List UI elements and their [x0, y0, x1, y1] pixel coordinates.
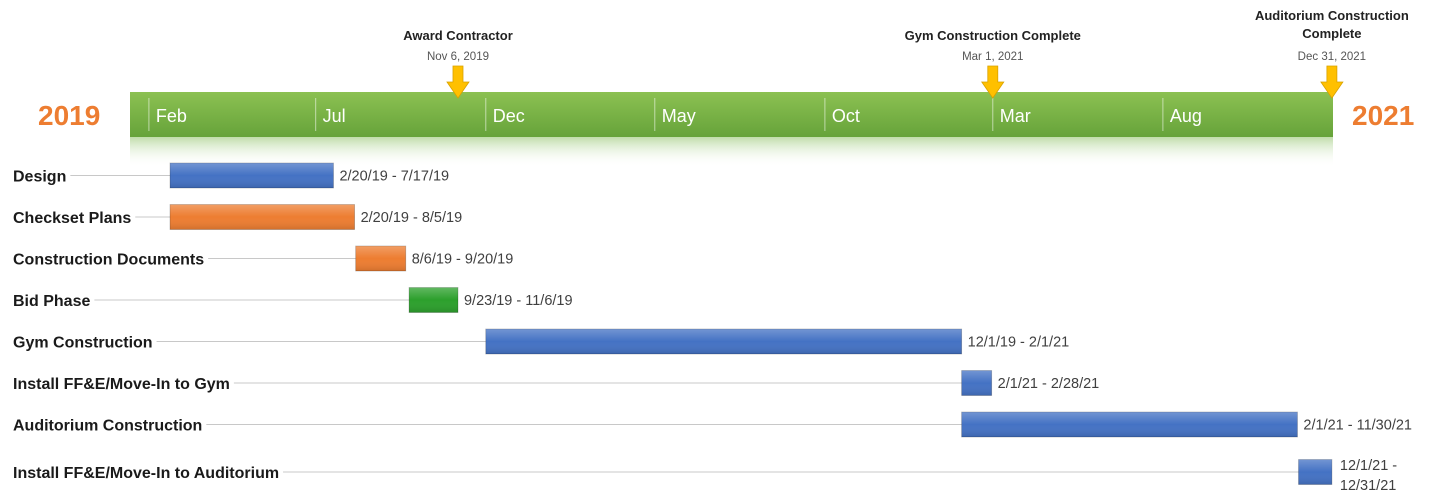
task-label: Checkset Plans	[13, 210, 131, 227]
milestone: Gym Construction Complete Mar 1, 2021	[905, 28, 1081, 99]
task-row: Bid Phase 9/23/19 - 11/6/19	[13, 287, 573, 313]
task-row: Checkset Plans 2/20/19 - 8/5/19	[13, 204, 463, 230]
task-row: Install FF&E/Move-In to Gym 2/1/21 - 2/28…	[13, 370, 1100, 396]
month-label: Feb	[156, 106, 187, 126]
task-range: 8/6/19 - 9/20/19	[412, 252, 514, 268]
start-year-label: 2019	[38, 100, 100, 131]
task-label: Bid Phase	[13, 293, 90, 310]
month-label: Mar	[1000, 106, 1031, 126]
month-label: May	[662, 106, 696, 126]
task-range: 12/1/21 -12/31/21	[1340, 458, 1397, 493]
task-label: Construction Documents	[13, 252, 204, 269]
timeline-band	[130, 92, 1333, 137]
task-row: Install FF&E/Move-In to Auditorium 12/1/2…	[13, 458, 1397, 493]
milestone-title: Gym Construction Complete	[905, 28, 1081, 43]
milestone-date: Nov 6, 2019	[427, 51, 489, 63]
timeline-band-shadow	[130, 137, 1333, 167]
task-bar-shine	[170, 204, 355, 230]
task-label: Design	[13, 169, 66, 186]
milestone: Auditorium Construction Complete Dec 31, 2…	[1255, 8, 1409, 99]
timeline-chart: 2019 2021 Feb Jul Dec May Oct Mar Aug Award Co…	[13, 8, 1414, 493]
task-range: 12/1/19 - 2/1/21	[968, 335, 1070, 351]
task-label: Auditorium Construction	[13, 418, 202, 435]
milestone-title: Auditorium Construction Complete	[1255, 8, 1409, 41]
month-label: Aug	[1170, 106, 1202, 126]
task-label: Gym Construction	[13, 335, 153, 352]
task-bar-shine	[485, 329, 962, 354]
task-row: Construction Documents 8/6/19 - 9/20/19	[13, 245, 514, 272]
month-label: Oct	[832, 106, 860, 126]
milestone-title: Award Contractor	[403, 28, 513, 43]
month-label: Dec	[493, 106, 525, 126]
task-label: Install FF&E/Move-In to Gym	[13, 376, 230, 393]
task-bar-shine	[409, 287, 458, 313]
end-year-label: 2021	[1352, 100, 1414, 131]
task-range: 2/1/21 - 11/30/21	[1303, 418, 1412, 434]
month-label: Jul	[323, 106, 346, 126]
task-row: Auditorium Construction 2/1/21 - 11/30/21	[13, 411, 1412, 438]
task-range: 2/20/19 - 8/5/19	[361, 210, 463, 226]
task-row: Gym Construction 12/1/19 - 2/1/21	[13, 328, 1070, 355]
task-label: Install FF&E/Move-In to Auditorium	[13, 465, 279, 482]
task-bar-shine	[355, 246, 406, 271]
task-bar-shine	[961, 370, 992, 396]
task-range: 2/20/19 - 7/17/19	[339, 169, 449, 185]
task-range: 2/1/21 - 2/28/21	[998, 376, 1100, 392]
task-bar-shine	[1298, 459, 1332, 485]
task-bar-shine	[961, 412, 1298, 437]
task-range: 9/23/19 - 11/6/19	[464, 293, 573, 309]
milestone-date: Mar 1, 2021	[962, 51, 1023, 63]
milestone: Award Contractor Nov 6, 2019	[403, 28, 513, 99]
milestone-date: Dec 31, 2021	[1298, 51, 1366, 63]
task-bar-shine	[170, 163, 334, 188]
